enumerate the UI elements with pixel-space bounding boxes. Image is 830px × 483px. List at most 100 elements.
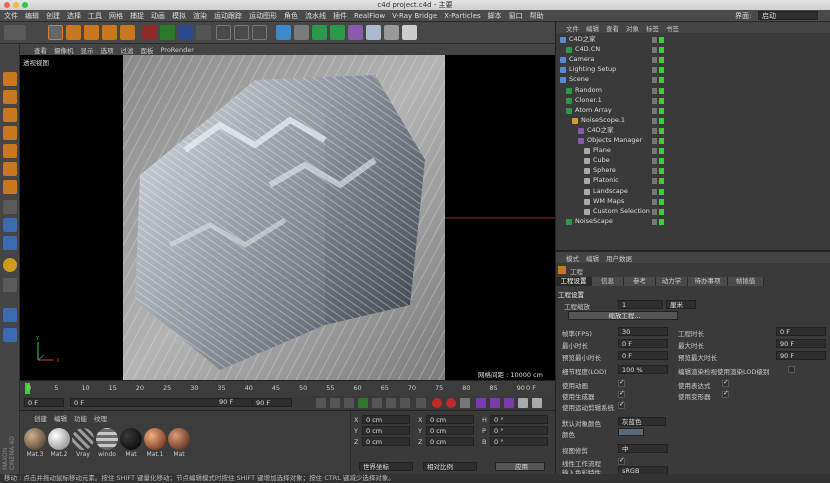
object-row[interactable]: C4D.CN [556,45,830,55]
visibility-flags-icon[interactable] [652,47,664,54]
scale-project-button[interactable]: 缩放工程... [568,311,678,320]
menu-plugins[interactable]: 插件 [333,11,347,21]
viewport-menu-filter[interactable]: 过滤 [121,45,134,55]
visibility-flags-icon[interactable] [652,188,664,195]
material-menu-edit[interactable]: 编辑 [54,413,67,423]
material-menu-function[interactable]: 功能 [74,413,87,423]
object-row[interactable]: Cube [556,156,830,166]
object-menu-bookmark[interactable]: 书签 [666,23,679,33]
menu-realflow[interactable]: RealFlow [354,12,385,20]
menu-edit[interactable]: 编辑 [25,11,39,21]
menu-create[interactable]: 创建 [46,11,60,21]
visibility-flags-icon[interactable] [652,208,664,215]
render-picture-viewer-icon[interactable] [234,25,249,40]
material-swatch[interactable] [168,428,190,450]
material-menu-texture[interactable]: 纹理 [94,413,107,423]
object-menu-view[interactable]: 查看 [606,23,619,33]
scale-key-icon[interactable] [490,398,500,408]
recent-tool-icon[interactable] [120,25,135,40]
coord-size-field[interactable]: 0 cm [426,415,474,424]
visibility-flags-icon[interactable] [652,198,664,205]
timeline[interactable]: 0 5 10 15 20 25 30 35 40 45 50 55 60 65 70 75 80 85 90 0 F [20,380,555,396]
floor-icon[interactable] [366,25,381,40]
autokey-icon[interactable] [446,398,456,408]
apply-button[interactable]: 应用 [495,462,545,471]
tab-key-interpolation[interactable]: 帧插值 [728,277,764,286]
camera-icon[interactable] [384,25,399,40]
menu-simulate[interactable]: 模拟 [172,11,186,21]
project-time-field[interactable]: 0 F [776,327,826,336]
object-menu-object[interactable]: 对象 [626,23,639,33]
preview-max-field[interactable]: 90 F [776,351,826,360]
rotate-icon[interactable] [102,25,117,40]
zoom-window-button[interactable] [22,2,28,8]
object-row[interactable]: Random [556,86,830,96]
material-swatch[interactable] [24,428,46,450]
visibility-flags-icon[interactable] [652,138,664,144]
viewport-menu-view[interactable]: 查看 [34,45,47,55]
scale-field[interactable]: 1 [618,300,663,309]
visibility-flags-icon[interactable] [652,168,664,175]
object-row[interactable]: WM Maps [556,197,830,207]
use-expressions-checkbox[interactable] [722,378,729,387]
rotate-key-icon[interactable] [504,398,514,408]
prev-key-icon[interactable] [330,398,340,408]
goto-start-icon[interactable] [316,398,326,408]
xpresso-icon[interactable] [3,328,17,342]
menu-animate[interactable]: 动画 [151,11,165,21]
max-time-field[interactable]: 90 F [776,339,826,348]
material-swatch[interactable] [120,428,142,450]
object-row[interactable]: Sphere [556,166,830,176]
menu-mograph[interactable]: 运动图形 [249,11,277,21]
menu-select[interactable]: 选择 [67,11,81,21]
interface-select[interactable]: 启动 [758,11,818,20]
menu-window[interactable]: 窗口 [509,11,523,21]
record-keyframe-icon[interactable] [432,398,442,408]
loop-icon[interactable] [416,398,426,408]
menu-mesh[interactable]: 网格 [109,11,123,21]
view-clip-select[interactable]: 中 [618,444,668,453]
material-swatch[interactable] [144,428,166,450]
visibility-flags-icon[interactable] [652,37,664,43]
axis-mode-icon[interactable] [3,200,17,214]
preview-min-field[interactable]: 0 F [618,351,668,360]
points-mode-icon[interactable] [3,144,17,158]
tab-info[interactable]: 信息 [592,277,624,286]
undo-redo-icon[interactable] [4,25,26,40]
viewport-menu-options[interactable]: 选项 [101,45,114,55]
color-swatch[interactable] [618,428,644,436]
object-row[interactable]: Scene [556,75,830,85]
prev-frame-icon[interactable] [344,398,354,408]
use-animation-checkbox[interactable] [618,378,625,387]
menu-vray-bridge[interactable]: V-Ray Bridge [392,12,437,20]
render-settings-icon[interactable] [252,25,267,40]
object-menu-file[interactable]: 文件 [566,23,579,33]
visibility-flags-icon[interactable] [652,67,664,74]
workplane-icon[interactable] [3,126,17,140]
menu-help[interactable]: 帮助 [530,11,544,21]
material-swatch[interactable] [96,428,118,450]
pla-key-icon[interactable] [532,398,542,408]
menu-script[interactable]: 脚本 [488,11,502,21]
select-arrow-icon[interactable] [48,25,63,40]
coord-size-field[interactable]: 0 cm [426,437,474,446]
visibility-flags-icon[interactable] [652,127,664,134]
visibility-flags-icon[interactable] [652,218,664,225]
object-row[interactable]: Landscape [556,187,830,197]
tab-reference[interactable]: 参考 [624,277,656,286]
attr-menu-userdata[interactable]: 用户数据 [606,253,632,263]
object-row[interactable]: C4D之家 [556,126,830,136]
coord-size-field[interactable]: 0 cm [426,426,474,435]
tab-project-settings[interactable]: 工程设置 [556,277,592,286]
lod-field[interactable]: 100 % [618,365,668,374]
edges-mode-icon[interactable] [3,162,17,176]
next-key-icon[interactable] [386,398,396,408]
subdivision-generator-icon[interactable] [312,25,327,40]
menu-pipeline[interactable]: 流水线 [305,11,326,21]
scale-unit-select[interactable]: 厘米 [666,300,696,309]
use-generators-checkbox[interactable] [618,389,625,398]
move-key-icon[interactable] [476,398,486,408]
object-row[interactable]: Lighting Setup [556,65,830,75]
visibility-flags-icon[interactable] [652,87,664,94]
solo-mode-icon[interactable] [3,236,17,250]
